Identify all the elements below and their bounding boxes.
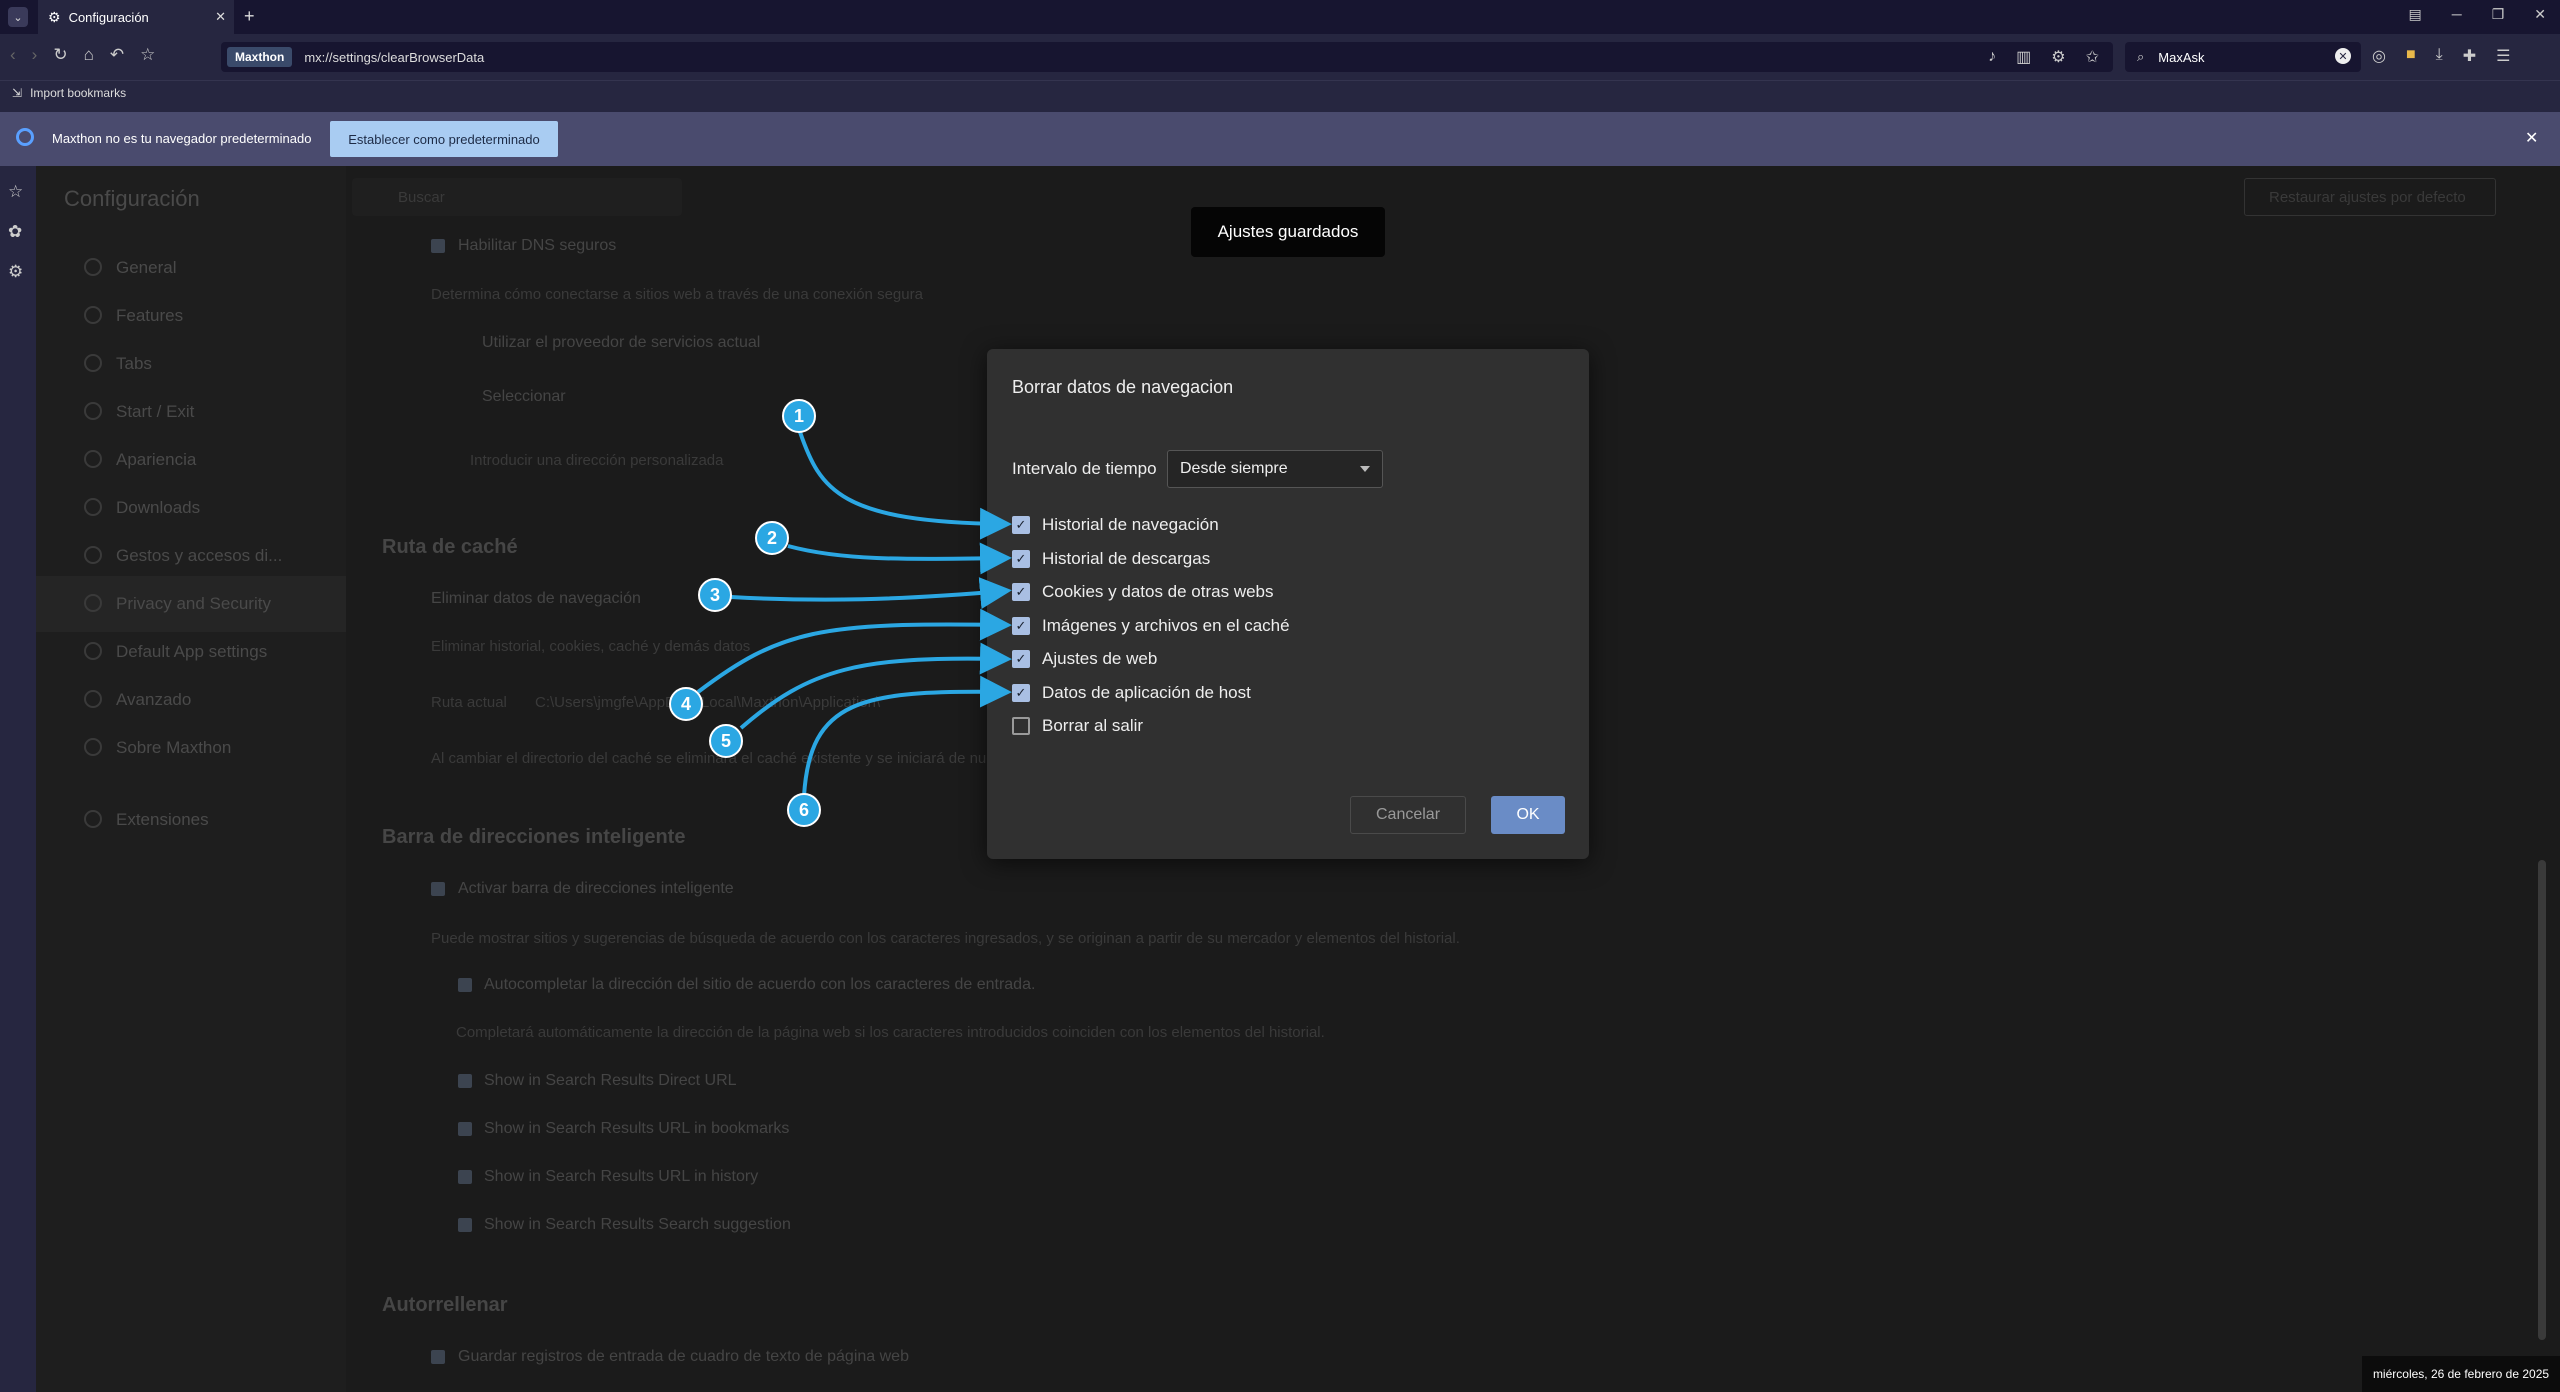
taskbar-date: miércoles, 26 de febrero de 2025: [2362, 1356, 2560, 1392]
callout-1: 1: [782, 399, 816, 433]
arrow-3: [730, 577, 1012, 610]
callout-4: 4: [669, 687, 703, 721]
arrow-6: [802, 675, 1012, 797]
callout-6: 6: [787, 793, 821, 827]
callout-3: 3: [698, 578, 732, 612]
callout-2: 2: [755, 521, 789, 555]
callout-5: 5: [709, 724, 743, 758]
arrow-1: [798, 431, 1012, 540]
arrow-2: [787, 542, 1012, 575]
callout-arrows: [696, 431, 1012, 797]
